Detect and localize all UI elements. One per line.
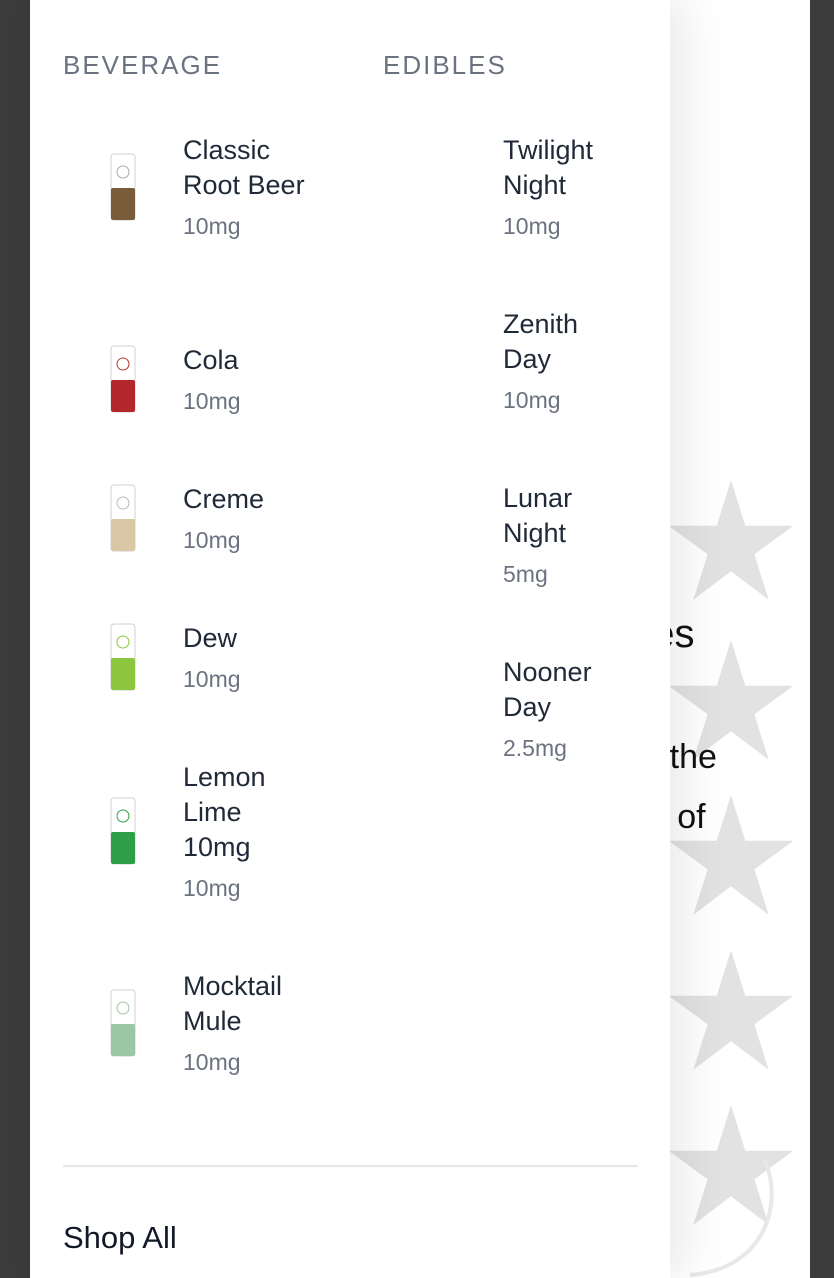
product-dose: 10mg — [503, 387, 561, 413]
can-thumbnail — [63, 796, 183, 866]
product-mocktail-mule[interactable]: Mocktail Mule 10mg — [63, 969, 308, 1076]
product-dose: 10mg — [183, 388, 241, 414]
product-dose: 10mg — [183, 666, 241, 692]
product-name: Mocktail Mule — [183, 971, 283, 1036]
star-icon — [666, 950, 796, 1074]
can-thumbnail — [63, 344, 183, 414]
menu-divider — [63, 1165, 638, 1167]
product-dose: 10mg — [503, 213, 561, 239]
star-icon — [666, 480, 796, 604]
product-classic-root-beer[interactable]: Classic Root Beer 10mg — [63, 133, 308, 240]
product-dose: 10mg — [183, 1049, 241, 1075]
product-dose: 10mg — [183, 213, 241, 239]
can-thumbnail — [63, 152, 183, 222]
product-dose: 5mg — [503, 561, 548, 587]
product-name: Zenith Day — [503, 309, 579, 374]
product-name: Nooner Day — [503, 657, 592, 722]
product-lemon-lime[interactable]: Lemon Lime 10mg 10mg — [63, 760, 308, 902]
can-thumbnail — [63, 483, 183, 553]
product-dose: 2.5mg — [503, 735, 567, 761]
can-thumbnail — [63, 622, 183, 692]
product-name: Twilight Night — [503, 135, 594, 200]
product-name: Lunar Night — [503, 483, 573, 548]
product-dose: 10mg — [183, 875, 241, 901]
can-thumbnail — [63, 988, 183, 1058]
product-name: Cola — [183, 345, 239, 375]
product-dew[interactable]: Dew 10mg — [63, 621, 308, 693]
shop-all-link[interactable]: Shop All — [63, 1220, 177, 1256]
product-twilight-night[interactable]: Twilight Night 10mg — [503, 133, 628, 240]
product-name: Lemon Lime 10mg — [183, 762, 266, 862]
edibles-heading: EDIBLES — [383, 50, 507, 80]
product-nooner-day[interactable]: Nooner Day 2.5mg — [503, 655, 628, 762]
product-name: Creme — [183, 484, 265, 514]
product-dose: 10mg — [183, 527, 241, 553]
decorative-swirl — [670, 1150, 780, 1278]
product-name: Classic Root Beer — [183, 135, 305, 200]
product-cola[interactable]: Cola 10mg — [63, 343, 308, 415]
beverage-heading: BEVERAGE — [63, 50, 223, 80]
product-lunar-night[interactable]: Lunar Night 5mg — [503, 481, 628, 588]
product-name: Dew — [183, 623, 238, 653]
product-zenith-day[interactable]: Zenith Day 10mg — [503, 307, 628, 414]
product-creme[interactable]: Creme 10mg — [63, 482, 308, 554]
shop-menu-drawer: BEVERAGE EDIBLES Classic Root Beer 10mg … — [30, 0, 670, 1278]
